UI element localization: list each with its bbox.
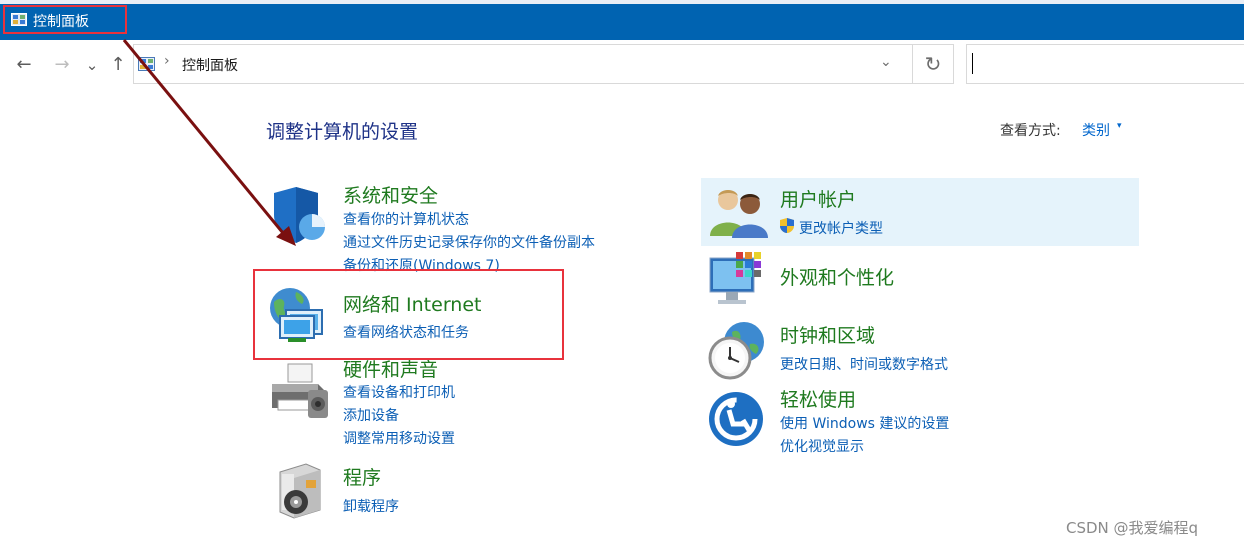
programs-disc-icon[interactable] — [276, 462, 324, 520]
category-system-security-title[interactable]: 系统和安全 — [343, 181, 438, 208]
page-title: 调整计算机的设置 — [266, 121, 419, 143]
address-dropdown-button[interactable]: ⌄ — [880, 54, 892, 70]
link-uninstall-program[interactable]: 卸载程序 — [343, 496, 399, 516]
link-devices-printers[interactable]: 查看设备和打印机 — [343, 382, 455, 402]
category-programs-title[interactable]: 程序 — [343, 463, 381, 490]
link-view-computer-status[interactable]: 查看你的计算机状态 — [343, 209, 469, 229]
recent-locations-button[interactable]: ⌄ — [81, 52, 103, 78]
title-bar-top-strip — [0, 0, 1244, 4]
printer-icon[interactable] — [268, 362, 330, 420]
title-bar — [0, 0, 1244, 40]
ease-of-access-icon[interactable] — [707, 390, 765, 448]
link-file-history-backup[interactable]: 通过文件历史记录保存你的文件备份副本 — [343, 232, 595, 252]
category-ease-of-access-title[interactable]: 轻松使用 — [780, 385, 856, 412]
link-mobility-settings[interactable]: 调整常用移动设置 — [343, 428, 455, 448]
link-recommended-settings[interactable]: 使用 Windows 建议的设置 — [780, 413, 949, 433]
link-change-date-time-format[interactable]: 更改日期、时间或数字格式 — [780, 354, 948, 374]
breadcrumb-separator-icon: › — [164, 53, 170, 69]
users-icon[interactable] — [708, 186, 770, 238]
link-change-account-type[interactable]: 更改帐户类型 — [799, 218, 883, 238]
watermark: CSDN @我爱编程q — [1066, 519, 1199, 537]
control-panel-small-icon — [138, 57, 155, 71]
refresh-button[interactable]: ↻ — [912, 44, 954, 84]
address-bar[interactable] — [133, 44, 913, 84]
shield-icon[interactable] — [270, 185, 328, 245]
search-input[interactable] — [966, 44, 1244, 84]
back-button[interactable]: ← — [13, 52, 35, 78]
clock-globe-icon[interactable] — [706, 320, 768, 382]
annotation-box-title — [3, 5, 127, 34]
link-add-device[interactable]: 添加设备 — [343, 405, 399, 425]
view-by-arrow-icon[interactable]: ▾ — [1117, 121, 1122, 131]
forward-button[interactable]: → — [51, 52, 73, 78]
uac-shield-icon — [780, 218, 794, 233]
category-appearance-title[interactable]: 外观和个性化 — [780, 263, 894, 290]
up-button[interactable]: ↑ — [107, 52, 129, 78]
breadcrumb-control-panel[interactable]: 控制面板 — [182, 55, 238, 75]
view-by-label: 查看方式: — [1000, 123, 1061, 139]
category-user-accounts-title[interactable]: 用户帐户 — [780, 185, 856, 212]
text-caret — [972, 53, 973, 74]
view-by-dropdown[interactable]: 类别 — [1082, 120, 1110, 140]
annotation-box-network — [253, 269, 564, 360]
monitor-palette-icon[interactable] — [708, 252, 768, 308]
category-clock-region-title[interactable]: 时钟和区域 — [780, 321, 875, 348]
link-optimize-visual-display[interactable]: 优化视觉显示 — [780, 436, 864, 456]
